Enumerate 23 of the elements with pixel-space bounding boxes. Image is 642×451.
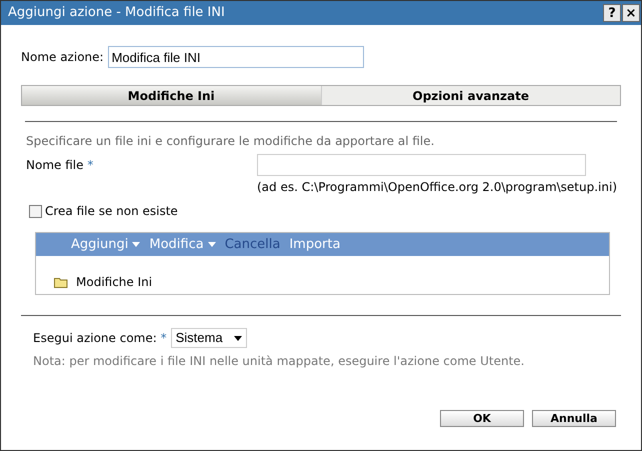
folder-icon xyxy=(54,276,68,288)
note: Nota: per modificare i file INI nelle unità mappate, eseguire l'azione come Utente. xyxy=(33,353,526,370)
window-title: Aggiungi azione - Modifica file INI xyxy=(8,4,225,22)
field-label: Nome file * xyxy=(26,157,94,174)
cancel-button[interactable]: Annulla xyxy=(532,410,616,427)
description: Specificare un file ini e configurare le modifiche da apportare al file. xyxy=(26,133,436,150)
caret-icon xyxy=(208,242,216,247)
tab[interactable]: Opzioni avanzate xyxy=(320,86,620,105)
dropdown[interactable]: Sistema xyxy=(170,328,247,348)
close-button[interactable]: × xyxy=(622,4,640,22)
field-label: Esegui azione come: * xyxy=(33,330,167,347)
caret-icon xyxy=(234,336,242,340)
field-label: Nome azione: xyxy=(21,49,104,66)
caret-icon xyxy=(132,242,140,247)
input-field[interactable]: Modifica file INI xyxy=(108,46,364,68)
checkbox-label: Crea file se non esiste xyxy=(45,203,178,220)
tree-item[interactable]: Modifiche Ini xyxy=(76,273,152,291)
checkbox[interactable] xyxy=(29,204,42,218)
example-hint: (ad es. C:\Programmi\OpenOffice.org 2.0\program\setup.ini) xyxy=(257,179,618,196)
ok-button[interactable]: OK xyxy=(440,410,524,427)
tab[interactable]: Modifiche Ini xyxy=(22,86,320,105)
help-button[interactable]: ? xyxy=(603,4,621,22)
input-field[interactable] xyxy=(257,154,586,176)
